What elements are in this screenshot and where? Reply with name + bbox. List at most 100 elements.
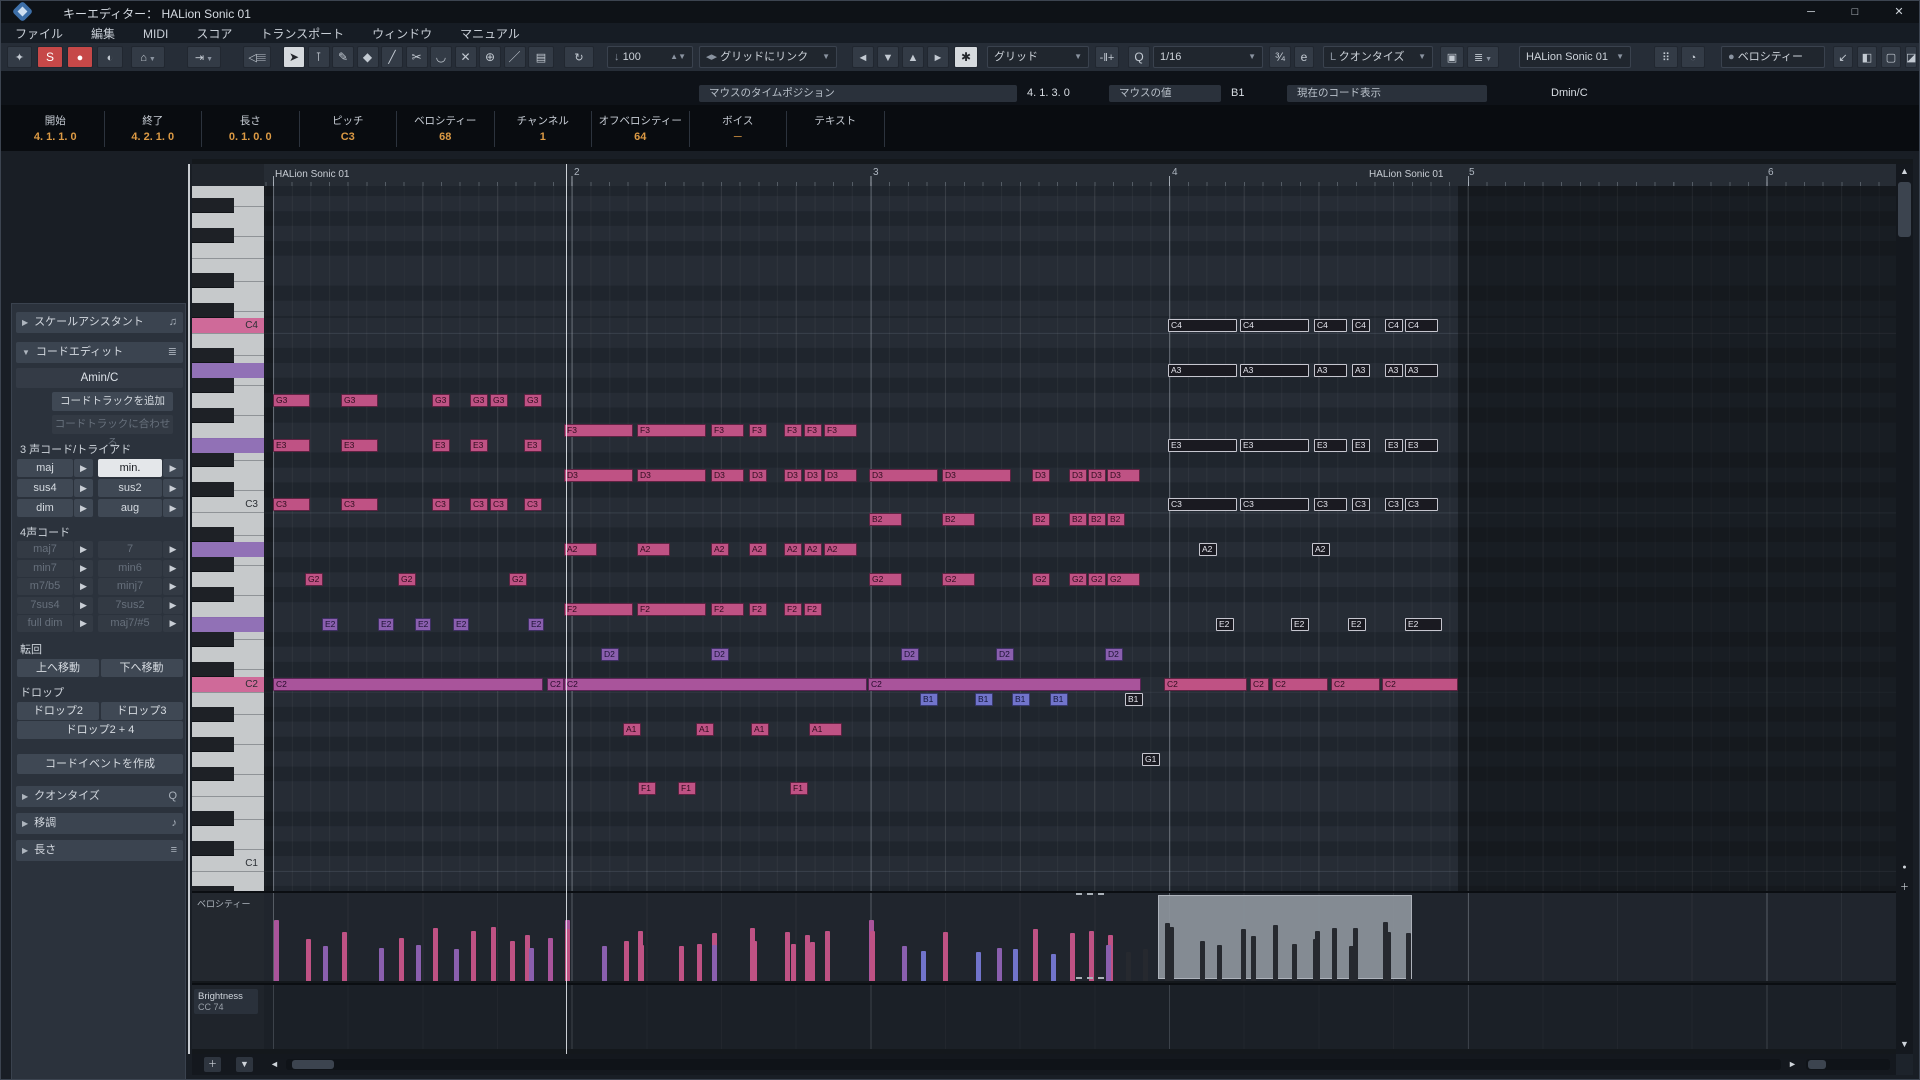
drop-button-1[interactable]: ドロップ3 (101, 702, 183, 720)
midi-note-G2[interactable]: G2 (1032, 573, 1050, 586)
match-chord-track-button[interactable]: コードトラックに合わせる (52, 415, 173, 434)
velocity-bar[interactable] (1089, 939, 1094, 981)
midi-note-B2[interactable]: B2 (1032, 513, 1050, 526)
midi-note-E2[interactable]: E2 (1216, 618, 1234, 631)
midi-note-A3[interactable]: A3 (1240, 364, 1309, 377)
velocity-bar[interactable] (791, 944, 796, 981)
scroll-left-arrow[interactable]: ◄ (268, 1057, 281, 1072)
midi-note-C4[interactable]: C4 (1352, 319, 1370, 332)
midi-note-G3[interactable]: G3 (490, 394, 508, 407)
midi-note-D3[interactable]: D3 (869, 469, 938, 482)
nudge-up-button[interactable]: ▲ (902, 46, 924, 68)
iterative-quantize-button[interactable]: ¾ (1269, 46, 1291, 68)
velocity-bar[interactable] (416, 945, 421, 981)
chord-variant-arrow[interactable]: ▶ (74, 541, 93, 558)
info-column-5[interactable]: チャンネル1 (495, 111, 593, 147)
velocity-bar[interactable] (870, 939, 875, 981)
midi-note-C3[interactable]: C3 (273, 498, 310, 511)
info-column-6[interactable]: オフベロシティー64 (592, 111, 690, 147)
midi-note-F2[interactable]: F2 (804, 603, 822, 616)
midi-note-D2[interactable]: D2 (901, 648, 919, 661)
info-column-0[interactable]: 開始4. 1. 1. 0 (7, 111, 105, 147)
chord-variant-arrow[interactable]: ▶ (74, 615, 93, 632)
midi-note-E2[interactable]: E2 (415, 618, 431, 631)
chord-variant-arrow[interactable]: ▶ (163, 541, 183, 558)
velocity-bar[interactable] (1251, 936, 1256, 981)
midi-note-E3[interactable]: E3 (470, 439, 488, 452)
velocity-bar[interactable] (752, 941, 757, 981)
chord-variant-arrow[interactable]: ▶ (74, 479, 93, 497)
midi-note-A1[interactable]: A1 (751, 723, 769, 736)
velocity-bar[interactable] (548, 938, 553, 981)
midi-note-F2[interactable]: F2 (749, 603, 767, 616)
quantize-edit-button[interactable]: e (1294, 46, 1314, 68)
midi-note-E3[interactable]: E3 (273, 439, 310, 452)
black-key[interactable] (192, 378, 234, 393)
midi-note-B1[interactable]: B1 (1012, 693, 1030, 706)
velocity-bar[interactable] (1406, 942, 1411, 981)
color-tool-button[interactable]: ▤ (528, 46, 554, 68)
acoustic-feedback-button[interactable]: ◐ (97, 46, 123, 68)
midi-note-B2[interactable]: B2 (1069, 513, 1087, 526)
midi-note-C2[interactable]: C2 (1272, 678, 1328, 691)
menu-item-4[interactable]: トランスポート (260, 25, 344, 42)
nudge-down-button[interactable]: ▼ (877, 46, 899, 68)
midi-note-F3[interactable]: F3 (711, 424, 744, 437)
midi-note-F2[interactable]: F2 (637, 603, 706, 616)
midi-note-A2[interactable]: A2 (1199, 543, 1217, 556)
velocity-bar[interactable] (306, 939, 311, 981)
chord-variant-arrow[interactable]: ▶ (163, 597, 183, 614)
black-key[interactable] (192, 482, 234, 497)
midi-note-A3[interactable]: A3 (1168, 364, 1237, 377)
chord-variant-arrow[interactable]: ▶ (163, 578, 183, 595)
chord-variant-arrow[interactable]: ▶ (74, 459, 93, 477)
zone-divider[interactable] (188, 164, 190, 1054)
midi-note-A1[interactable]: A1 (809, 723, 842, 736)
split-line-tool[interactable]: ╱ (381, 46, 403, 68)
show-right-zone-button[interactable]: ▢ (1881, 46, 1901, 68)
velocity-bar[interactable] (1217, 945, 1222, 981)
midi-note-D3[interactable]: D3 (942, 469, 1011, 482)
midi-note-F3[interactable]: F3 (749, 424, 767, 437)
midi-note-B2[interactable]: B2 (869, 513, 902, 526)
midi-note-G2[interactable]: G2 (869, 573, 902, 586)
midi-note-G2[interactable]: G2 (1107, 573, 1140, 586)
horizontal-zoom-slider[interactable] (1806, 1059, 1890, 1070)
midi-note-A2[interactable]: A2 (637, 543, 670, 556)
drop-2-4-button[interactable]: ドロップ2 + 4 (17, 721, 183, 739)
transpose-section-header[interactable]: ▶移調♪ (16, 813, 183, 834)
midi-note-D3[interactable]: D3 (1088, 469, 1106, 482)
velocity-bar[interactable] (1126, 952, 1131, 981)
velocity-bar[interactable] (712, 945, 717, 981)
black-key[interactable] (192, 841, 234, 856)
midi-note-F1[interactable]: F1 (790, 782, 808, 795)
midi-note-A1[interactable]: A1 (696, 723, 714, 736)
midi-note-F1[interactable]: F1 (638, 782, 656, 795)
chord-variant-arrow[interactable]: ▶ (163, 459, 183, 477)
grid-type-dropdown[interactable]: グリッド▼ (987, 46, 1089, 68)
midi-note-C3[interactable]: C3 (1240, 498, 1309, 511)
show-note-expression-button[interactable]: ▣ (1440, 46, 1464, 68)
midi-note-G2[interactable]: G2 (942, 573, 975, 586)
midi-note-D2[interactable]: D2 (1105, 648, 1123, 661)
midi-note-G2[interactable]: G2 (509, 573, 527, 586)
horizontal-scrollbar[interactable] (286, 1059, 1781, 1070)
chord-variant-arrow[interactable]: ▶ (163, 615, 183, 632)
add-controller-lane-button[interactable]: ＋ (204, 1057, 221, 1072)
chord-type-button-min7[interactable]: min7 (17, 560, 73, 577)
chord-type-button-maj[interactable]: maj (17, 459, 73, 477)
chord-variant-arrow[interactable]: ▶ (74, 597, 93, 614)
tempo-button[interactable]: ◔ (1681, 46, 1705, 68)
velocity-bar[interactable] (902, 946, 907, 981)
velocity-bar[interactable] (433, 928, 438, 981)
velocity-bar[interactable] (342, 932, 347, 981)
midi-note-B1[interactable]: B1 (975, 693, 993, 706)
piano-keyboard[interactable]: C4C3C2C1 (192, 186, 265, 891)
black-key[interactable] (192, 737, 234, 752)
black-key[interactable] (192, 348, 234, 363)
midi-note-G3[interactable]: G3 (524, 394, 542, 407)
midi-note-C2[interactable]: C2 (1331, 678, 1380, 691)
audition-button[interactable]: ◁𝄙 (243, 46, 271, 68)
info-column-2[interactable]: 長さ0. 1. 0. 0 (202, 111, 300, 147)
velocity-bar[interactable] (1051, 954, 1056, 981)
